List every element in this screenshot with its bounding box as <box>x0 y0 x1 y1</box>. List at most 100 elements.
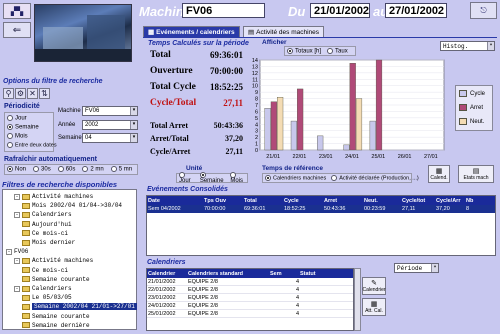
tree-item[interactable]: Semaine dernière <box>22 321 90 330</box>
semaine-select[interactable]: 04 ▾ <box>82 133 138 143</box>
column-header[interactable]: Tps Ouv <box>203 198 243 204</box>
chart-type-select[interactable]: Histog. ▾ <box>440 41 495 51</box>
calendar-small-icon: ▦ <box>435 168 443 175</box>
machine-filter-select[interactable]: FV06 ▾ <box>82 106 138 116</box>
tree-item[interactable]: - Calendriers <box>14 210 72 219</box>
tree-item-label: Calendriers <box>32 211 72 219</box>
periodicite-mois[interactable]: Mois <box>7 133 28 140</box>
x-tick-label: 22/01 <box>293 154 307 160</box>
refresh-title: Rafraîchir automatiquement <box>4 156 97 163</box>
unite-jour[interactable]: Jour <box>179 171 195 184</box>
header-bar: Machine FV06 Du 21/01/2002 au 27/01/2002… <box>135 0 500 22</box>
table-row[interactable]: 24/01/2002 EQUIPE 2/8 4 <box>147 302 353 310</box>
stat-label: Cycle/Arret <box>150 147 191 156</box>
tree-item[interactable]: Semaine courante <box>22 275 90 284</box>
afficher-totaux[interactable]: Totaux [h] <box>287 47 321 54</box>
delete-tool-button[interactable]: ✕ <box>27 88 38 99</box>
table-cell: 69:36:01 <box>244 206 266 212</box>
column-header[interactable]: Sem <box>269 271 299 277</box>
table-row[interactable]: 22/01/2002 EQUIPE 2/8 4 <box>147 286 353 294</box>
unite-semaine[interactable]: Semaine <box>199 171 226 184</box>
refresh-non[interactable]: Non <box>7 166 26 173</box>
machine-photo <box>34 4 132 62</box>
column-header[interactable]: Neut. <box>363 198 401 204</box>
column-header[interactable]: Cycle/tot <box>401 198 435 204</box>
refresh-30s[interactable]: 30s <box>33 166 51 173</box>
temps-ref-calendriers[interactable]: Calendriers machines <box>265 174 326 181</box>
table-row[interactable]: 23/01/2002 EQUIPE 2/8 4 <box>147 294 353 302</box>
tree-toggle-icon[interactable]: - <box>14 285 20 292</box>
unite-mois[interactable]: Mois <box>230 171 247 184</box>
exit-button[interactable]: ⎋ <box>470 2 497 19</box>
tree-item[interactable]: Semaine 2002/04 21/01->27/01 <box>22 302 137 311</box>
column-header[interactable]: Statut <box>299 271 353 277</box>
tab-activite[interactable]: ▤ Activité des machines <box>243 26 325 37</box>
sort-tool-button[interactable]: ⇅ <box>39 88 50 99</box>
table-row[interactable]: Sem 04/2002 70:00:00 69:36:01 18:52:25 50:43… <box>147 205 495 213</box>
tree-toggle-icon[interactable]: - <box>14 211 20 218</box>
periodicite-semaine[interactable]: Semaine <box>7 124 39 131</box>
refresh-60s[interactable]: 60s <box>57 166 75 173</box>
tree-item[interactable]: Aujourd'hui <box>22 220 72 229</box>
folder-icon <box>22 239 30 246</box>
table-cell: 24/01/2002 <box>148 302 176 309</box>
etats-mach-button[interactable]: ▤ Etats mach <box>458 165 494 183</box>
y-tick-label: 2 <box>255 135 258 141</box>
table-cell: 8 <box>466 206 470 212</box>
tree-item[interactable]: Semaine courante <box>22 312 90 321</box>
machine-field[interactable]: FV06 <box>182 3 265 18</box>
tree-item[interactable]: - Calendriers <box>14 284 72 293</box>
back-button[interactable]: ⇐ <box>3 22 31 38</box>
periodicite-entre-dates[interactable]: Entre deux dates <box>7 142 57 148</box>
tab-evenements[interactable]: ▦ Evénements / calendriers <box>143 26 240 37</box>
att-cal-button[interactable]: ▦ Att. Cal. <box>362 298 386 316</box>
afficher-taux[interactable]: Taux <box>327 47 348 54</box>
temps-ref-activite[interactable]: Activité déclarée (Production, ...) <box>331 174 419 181</box>
calend-button[interactable]: ▦ Calend. <box>428 165 450 183</box>
app-logo-button[interactable]: ▞▚ <box>3 3 31 19</box>
table-row[interactable]: 25/01/2002 EQUIPE 2/8 4 <box>147 310 353 318</box>
column-header[interactable]: Arret <box>323 198 363 204</box>
back-arrow-icon: ⇐ <box>12 24 22 36</box>
tree-item[interactable]: Ce mois-ci <box>22 266 68 275</box>
column-header[interactable]: Calendriers standard <box>187 271 269 277</box>
periodicite-label: Périodicité <box>4 103 40 110</box>
column-header[interactable]: Date <box>147 198 203 204</box>
column-header[interactable]: Cycle/Arr <box>435 198 465 204</box>
refresh-5mn[interactable]: 5 mn <box>110 166 132 173</box>
tree-item[interactable]: - FV06 <box>6 247 28 256</box>
table-row[interactable]: 21/01/2002 EQUIPE 2/8 4 <box>147 278 353 286</box>
tree-item-label: FV06 <box>14 248 29 256</box>
chart-bar <box>277 97 284 151</box>
events-grid: Date Tps Ouv Total Cycle Arret Neut. Cycle/tot… <box>146 195 496 256</box>
legend-swatch <box>459 90 467 97</box>
folder-icon <box>22 230 30 237</box>
filter-tool-button[interactable]: ⚙ <box>15 88 26 99</box>
tree-item[interactable]: Mois dernier <box>22 238 75 247</box>
tree-toggle-icon[interactable]: - <box>14 193 20 200</box>
chart-bar <box>290 120 297 151</box>
calendriers-grid: Calendrier Calendriers standard Sem Statut 2… <box>146 268 354 331</box>
search-tool-button[interactable]: ⚲ <box>3 88 14 99</box>
column-header[interactable]: Cycle <box>283 198 323 204</box>
tree-item[interactable]: Mois 2002/04 01/04->30/04 <box>22 201 122 210</box>
calendriers-scrollbar[interactable] <box>354 268 361 331</box>
y-tick-label: 8 <box>255 97 258 103</box>
date-to-field[interactable]: 27/01/2002 <box>385 3 447 18</box>
tree-item[interactable]: Ce mois-ci <box>22 229 68 238</box>
annee-select[interactable]: 2002 ▾ <box>82 120 138 130</box>
column-header[interactable]: Nb <box>465 198 493 204</box>
periodicite-jour[interactable]: Jour <box>7 115 27 122</box>
calendrier-button[interactable]: ✎ Calendrier <box>362 277 386 295</box>
period-select[interactable]: Période ▾ <box>394 263 439 273</box>
column-header[interactable]: Calendrier <box>147 271 187 277</box>
tree-item[interactable]: - Activité machines <box>14 256 93 265</box>
tree-item[interactable]: - Activité machines <box>14 192 93 201</box>
refresh-2mn[interactable]: 2 mn <box>82 166 104 173</box>
column-header[interactable]: Total <box>243 198 283 204</box>
tree-item[interactable]: Le 05/03/05 <box>22 293 72 302</box>
tree-toggle-icon[interactable]: - <box>14 257 20 264</box>
table-cell: Sem 04/2002 <box>148 206 181 212</box>
tree-toggle-icon[interactable]: - <box>6 248 12 255</box>
date-from-field[interactable]: 21/01/2002 <box>310 3 370 18</box>
